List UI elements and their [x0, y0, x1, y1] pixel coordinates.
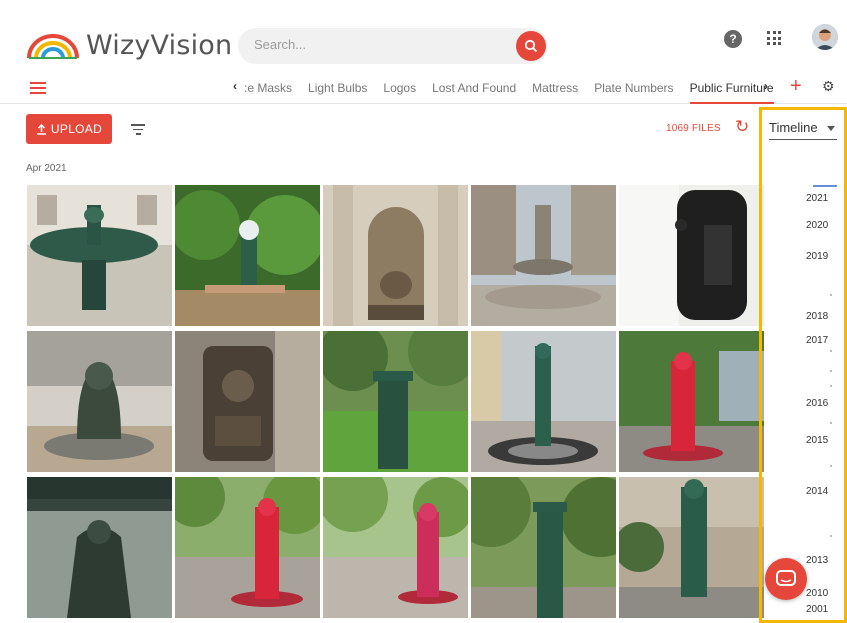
date-group-label: Apr 2021 [26, 163, 67, 174]
app-header: WizyVision ? [0, 0, 847, 70]
gear-icon[interactable]: ⚙ [822, 78, 835, 95]
timeline-current-marker [813, 185, 837, 187]
photo-thumbnail[interactable] [619, 477, 764, 618]
photo-thumbnail[interactable] [27, 477, 172, 618]
timeline-tick [830, 294, 832, 296]
tabs-prev-chevron-icon[interactable]: ‹ [233, 79, 237, 93]
search-icon [524, 39, 538, 53]
timeline-tick [830, 422, 832, 424]
search-button[interactable] [516, 31, 546, 61]
photo-thumbnail[interactable] [619, 331, 764, 472]
timeline-year[interactable]: 2016 [806, 398, 828, 409]
timeline-year[interactable]: 2001 [806, 604, 828, 615]
timeline-year[interactable]: 2015 [806, 435, 828, 446]
chat-icon [776, 570, 796, 586]
timeline-year[interactable]: 2013 [806, 555, 828, 566]
photo-thumbnail[interactable] [175, 185, 320, 326]
search-input[interactable] [254, 37, 494, 52]
upload-label: UPLOAD [50, 122, 103, 136]
add-tab-icon[interactable]: + [790, 75, 802, 98]
timeline-year[interactable]: 2017 [806, 335, 828, 346]
timeline-year[interactable]: 2019 [806, 251, 828, 262]
photo-thumbnail[interactable] [175, 331, 320, 472]
tab-plate-numbers[interactable]: Plate Numbers [594, 72, 673, 104]
photo-thumbnail[interactable] [323, 331, 468, 472]
photo-thumbnail[interactable] [619, 185, 764, 326]
tab-lost-and-found[interactable]: Lost And Found [432, 72, 516, 104]
tab-light-bulbs[interactable]: Light Bulbs [308, 72, 367, 104]
logo[interactable]: WizyVision [26, 30, 232, 61]
tab-logos[interactable]: Logos [383, 72, 416, 104]
photo-thumbnail[interactable] [27, 331, 172, 472]
timeline-tick [830, 385, 832, 387]
timeline-panel[interactable]: 2021 2020 2019 2018 2017 2016 2015 2014 … [759, 107, 847, 623]
photo-grid [27, 185, 764, 618]
tab-public-furniture[interactable]: Public Furniture [689, 72, 774, 104]
apps-grid-icon[interactable] [767, 31, 781, 45]
timeline-tick [830, 370, 832, 372]
upload-button[interactable]: UPLOAD [26, 114, 112, 144]
photo-thumbnail[interactable] [175, 477, 320, 618]
tabs-list: :e Masks Light Bulbs Logos Lost And Foun… [244, 72, 790, 104]
filter-icon[interactable] [131, 124, 145, 138]
photo-thumbnail[interactable] [471, 331, 616, 472]
timeline-year[interactable]: 2020 [806, 220, 828, 231]
help-icon[interactable]: ? [724, 30, 742, 48]
timeline-year[interactable]: 2018 [806, 311, 828, 322]
refresh-icon[interactable]: ↻ [735, 117, 749, 137]
avatar[interactable] [812, 24, 838, 50]
timeline-year[interactable]: 2021 [806, 193, 828, 204]
timeline-tick [830, 535, 832, 537]
photo-thumbnail[interactable] [471, 477, 616, 618]
timeline-tick [830, 465, 832, 467]
tab-mattress[interactable]: Mattress [532, 72, 578, 104]
files-count: 1069 FILES [666, 123, 721, 134]
photo-thumbnail[interactable] [471, 185, 616, 326]
timeline-year[interactable]: 2010 [806, 588, 828, 599]
search-bar [238, 28, 548, 64]
logo-arc-icon [27, 33, 79, 59]
photo-thumbnail[interactable] [323, 477, 468, 618]
logo-text: WizyVision [86, 30, 233, 61]
timeline-tick [830, 350, 832, 352]
photo-thumbnail[interactable] [27, 185, 172, 326]
hamburger-menu-icon[interactable] [30, 82, 46, 94]
chat-support-button[interactable] [765, 558, 807, 600]
tabs-next-chevron-icon[interactable]: › [764, 79, 768, 93]
category-tabs-bar: ‹ :e Masks Light Bulbs Logos Lost And Fo… [0, 72, 847, 104]
tab-face-masks[interactable]: :e Masks [244, 72, 292, 104]
timeline-year[interactable]: 2014 [806, 486, 828, 497]
photo-thumbnail[interactable] [323, 185, 468, 326]
upload-icon [36, 123, 46, 135]
